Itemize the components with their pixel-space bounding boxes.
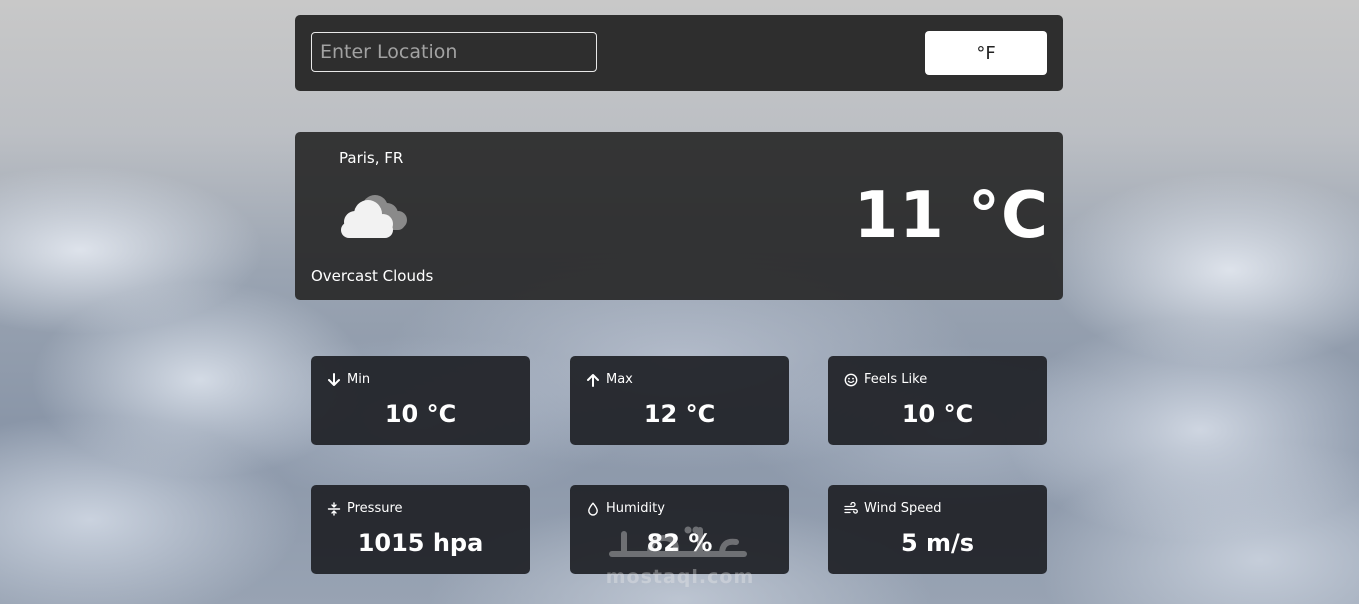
- stat-label: Min: [347, 372, 371, 387]
- stat-value: 1015 hpa: [357, 529, 484, 557]
- stat-label: Humidity: [606, 501, 665, 516]
- pressure-icon: [327, 501, 341, 516]
- stat-value: 10 °C: [384, 400, 457, 428]
- city-name: Paris, FR: [339, 149, 404, 167]
- current-weather-card: Paris, FR Overcast Clouds 11 °C: [295, 132, 1063, 300]
- mostaql-watermark: mostaql.com: [600, 520, 760, 592]
- arrow-down-icon: [328, 372, 340, 386]
- stat-label: Wind Speed: [864, 501, 942, 516]
- current-temperature: 11 °C: [853, 179, 1049, 253]
- droplet-icon: [588, 502, 598, 516]
- stat-label: Max: [606, 372, 633, 387]
- stat-card-feels-like: Feels Like 10 °C: [828, 356, 1047, 445]
- watermark-text: mostaql.com: [605, 566, 755, 588]
- overcast-clouds-icon: [341, 195, 407, 238]
- stat-card-wind-speed: Wind Speed 5 m/s: [828, 485, 1047, 574]
- smiley-icon: [844, 373, 858, 386]
- location-input[interactable]: [311, 32, 597, 72]
- stat-card-min: Min 10 °C: [311, 356, 530, 445]
- wind-icon: [844, 501, 858, 514]
- stat-label: Pressure: [347, 501, 403, 516]
- arrow-up-icon: [587, 373, 599, 387]
- stat-card-pressure: Pressure 1015 hpa: [311, 485, 530, 574]
- stat-value: 5 m/s: [900, 529, 975, 557]
- search-bar: °F: [295, 15, 1063, 91]
- stat-value: 12 °C: [643, 400, 716, 428]
- unit-toggle-button[interactable]: °F: [925, 31, 1047, 75]
- stat-value: 10 °C: [901, 400, 974, 428]
- stat-label: Feels Like: [864, 372, 928, 387]
- weather-description: Overcast Clouds: [311, 267, 434, 285]
- mostaql-logo-icon: [609, 526, 747, 557]
- stat-card-max: Max 12 °C: [570, 356, 789, 445]
